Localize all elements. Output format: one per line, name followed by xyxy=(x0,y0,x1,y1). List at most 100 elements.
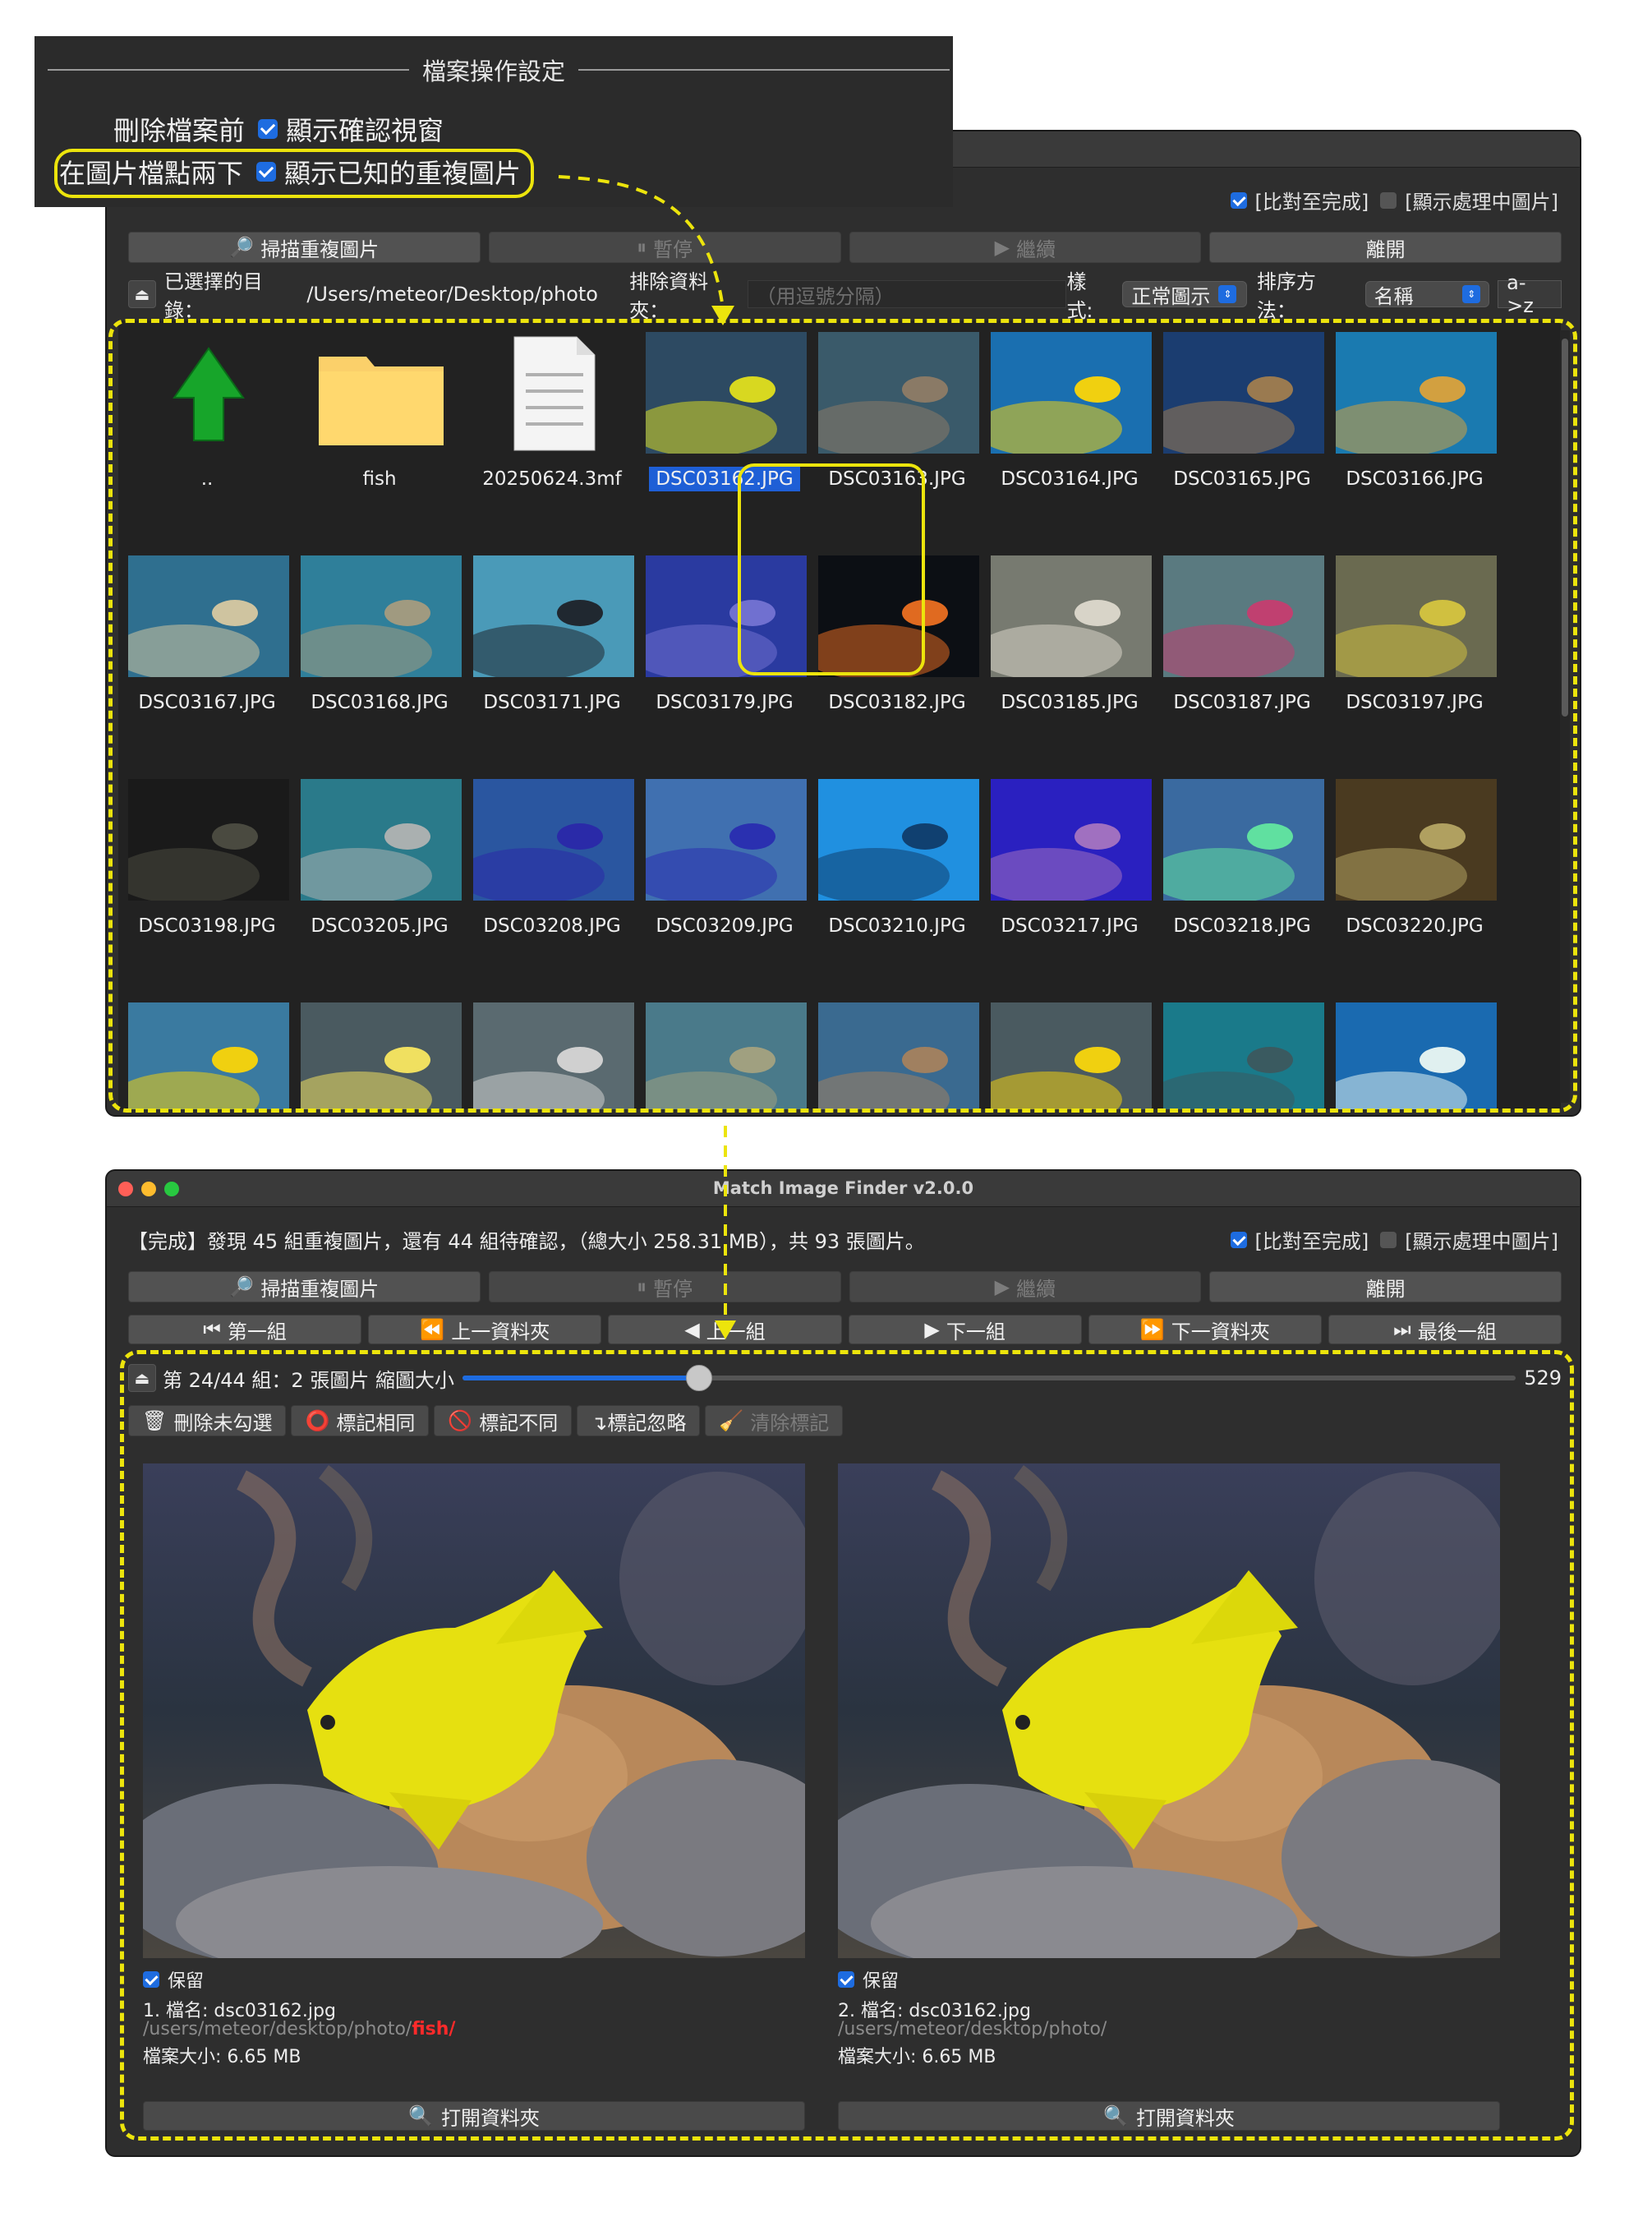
open-folder-button[interactable]: 🔍 打開資料夾 xyxy=(143,2101,805,2131)
delete-unchecked-button[interactable]: 🗑 刪除未勾選 xyxy=(128,1405,287,1436)
prev-group-button[interactable]: ◀ 上一組 xyxy=(608,1315,842,1344)
grid-item[interactable] xyxy=(470,991,634,1109)
grid-item[interactable] xyxy=(815,991,979,1109)
duplicate-image-1[interactable] xyxy=(143,1463,805,1958)
mark-same-button[interactable]: ⭕ 標記相同 xyxy=(291,1405,430,1436)
grid-item[interactable]: DSC03210.JPG xyxy=(815,767,979,973)
grid-item[interactable] xyxy=(642,991,807,1109)
continue-button[interactable]: ▶ 繼續 xyxy=(849,232,1202,263)
grid-item[interactable] xyxy=(125,991,289,1109)
selected-item-highlight xyxy=(738,463,925,675)
exit-button[interactable]: 離開 xyxy=(1209,1271,1562,1302)
sort-direction-button[interactable]: a->z xyxy=(1498,271,1562,317)
next-group-button[interactable]: ▶ 下一組 xyxy=(848,1315,1082,1344)
photo-thumbnail[interactable] xyxy=(818,1002,979,1109)
grid-item[interactable]: DSC03187.JPG xyxy=(1160,544,1324,749)
photo-thumbnail[interactable] xyxy=(473,555,634,677)
photo-thumbnail[interactable] xyxy=(646,779,807,901)
scan-button[interactable]: 🔎 掃描重複圖片 xyxy=(128,1271,481,1302)
compare-pane-2: 保留 2. 檔名: dsc03162.jpg /users/meteor/des… xyxy=(838,1463,1500,2133)
photo-thumbnail[interactable] xyxy=(1336,555,1497,677)
eject-icon[interactable]: ⏏ xyxy=(128,1364,156,1392)
photo-thumbnail[interactable] xyxy=(1163,779,1324,901)
grid-item[interactable]: DSC03208.JPG xyxy=(470,767,634,973)
next-folder-button[interactable]: ⏩ 下一資料夾 xyxy=(1088,1315,1322,1344)
last-group-button[interactable]: ⏭ 最後一組 xyxy=(1328,1315,1562,1344)
keep-row: 保留 xyxy=(838,1966,899,1993)
grid-item[interactable] xyxy=(297,991,462,1109)
photo-thumbnail[interactable] xyxy=(818,779,979,901)
grid-item[interactable]: DSC03198.JPG xyxy=(125,767,289,973)
photo-thumbnail[interactable] xyxy=(473,1002,634,1109)
grid-item[interactable]: DSC03168.JPG xyxy=(297,544,462,749)
photo-thumbnail[interactable] xyxy=(1336,332,1497,454)
eject-icon[interactable]: ⏏ xyxy=(128,280,156,308)
folder-icon[interactable] xyxy=(301,332,462,454)
photo-thumbnail[interactable] xyxy=(301,555,462,677)
photo-thumbnail[interactable] xyxy=(128,1002,289,1109)
photo-thumbnail[interactable] xyxy=(128,779,289,901)
grid-item[interactable]: DSC03185.JPG xyxy=(987,544,1152,749)
photo-thumbnail[interactable] xyxy=(1163,332,1324,454)
grid-item[interactable]: DSC03220.JPG xyxy=(1332,767,1497,973)
grid-item[interactable] xyxy=(987,991,1152,1109)
continue-button[interactable]: ▶ 繼續 xyxy=(849,1271,1202,1302)
grid-item[interactable]: DSC03164.JPG xyxy=(987,320,1152,526)
photo-thumbnail[interactable] xyxy=(991,555,1152,677)
compare-done-checkbox[interactable] xyxy=(1230,191,1247,209)
grid-item[interactable]: .. xyxy=(125,320,289,526)
thumb-size-slider[interactable] xyxy=(462,1365,1516,1391)
slider-knob[interactable] xyxy=(686,1365,713,1391)
grid-item[interactable]: DSC03171.JPG xyxy=(470,544,634,749)
prev-folder-button[interactable]: ⏪ 上一資料夾 xyxy=(368,1315,602,1344)
grid-item[interactable] xyxy=(1332,991,1497,1109)
style-select[interactable]: 正常圖示 ⇕ xyxy=(1122,281,1247,308)
first-group-button[interactable]: ⏮ 第一組 xyxy=(128,1315,362,1344)
grid-item[interactable]: DSC03205.JPG xyxy=(297,767,462,973)
photo-thumbnail[interactable] xyxy=(1336,779,1497,901)
exit-button[interactable]: 離開 xyxy=(1209,232,1562,263)
scrollbar-thumb[interactable] xyxy=(1562,339,1568,717)
photo-thumbnail[interactable] xyxy=(1163,555,1324,677)
photo-thumbnail[interactable] xyxy=(1163,1002,1324,1109)
keep-checkbox[interactable] xyxy=(143,1971,159,1988)
photo-thumbnail[interactable] xyxy=(473,779,634,901)
grid-item[interactable]: DSC03218.JPG xyxy=(1160,767,1324,973)
open-folder-button[interactable]: 🔍 打開資料夾 xyxy=(838,2101,1500,2131)
up-arrow-icon[interactable] xyxy=(128,332,289,454)
photo-thumbnail[interactable] xyxy=(991,779,1152,901)
document-icon[interactable] xyxy=(473,332,634,454)
grid-item[interactable]: fish xyxy=(297,320,462,526)
photo-thumbnail[interactable] xyxy=(128,555,289,677)
photo-thumbnail[interactable] xyxy=(646,332,807,454)
keep-checkbox[interactable] xyxy=(838,1971,854,1988)
mark-different-button[interactable]: 🚫 標記不同 xyxy=(434,1405,573,1436)
grid-item[interactable]: DSC03209.JPG xyxy=(642,767,807,973)
grid-item[interactable]: DSC03165.JPG xyxy=(1160,320,1324,526)
mark-ignore-button[interactable]: ↴標記忽略 xyxy=(577,1405,701,1436)
photo-thumbnail[interactable] xyxy=(991,1002,1152,1109)
grid-item[interactable] xyxy=(1160,991,1324,1109)
show-processing-checkbox[interactable] xyxy=(1380,1231,1397,1248)
photo-thumbnail[interactable] xyxy=(1336,1002,1497,1109)
pause-button[interactable]: ⏸ 暫停 xyxy=(488,1271,841,1302)
photo-thumbnail[interactable] xyxy=(301,1002,462,1109)
grid-item[interactable]: DSC03167.JPG xyxy=(125,544,289,749)
exclude-input[interactable]: （用逗號分隔） xyxy=(747,280,1067,308)
sort-select[interactable]: 名稱 ⇕ xyxy=(1364,281,1490,308)
clear-mark-button[interactable]: 🧹 清除標記 xyxy=(705,1405,844,1436)
grid-item[interactable]: DSC03166.JPG xyxy=(1332,320,1497,526)
grid-item[interactable]: DSC03217.JPG xyxy=(987,767,1152,973)
photo-thumbnail[interactable] xyxy=(301,779,462,901)
grid-item[interactable]: 20250624.3mf xyxy=(470,320,634,526)
pause-button[interactable]: ⏸ 暫停 xyxy=(488,232,841,263)
photo-thumbnail[interactable] xyxy=(818,332,979,454)
scan-button[interactable]: 🔎 掃描重複圖片 xyxy=(128,232,481,263)
photo-thumbnail[interactable] xyxy=(991,332,1152,454)
show-processing-checkbox[interactable] xyxy=(1380,191,1397,209)
duplicate-image-2[interactable] xyxy=(838,1463,1500,1958)
grid-item[interactable]: DSC03197.JPG xyxy=(1332,544,1497,749)
photo-thumbnail[interactable] xyxy=(646,1002,807,1109)
compare-done-checkbox[interactable] xyxy=(1230,1231,1247,1248)
confirm-dialog-checkbox[interactable] xyxy=(258,119,278,139)
